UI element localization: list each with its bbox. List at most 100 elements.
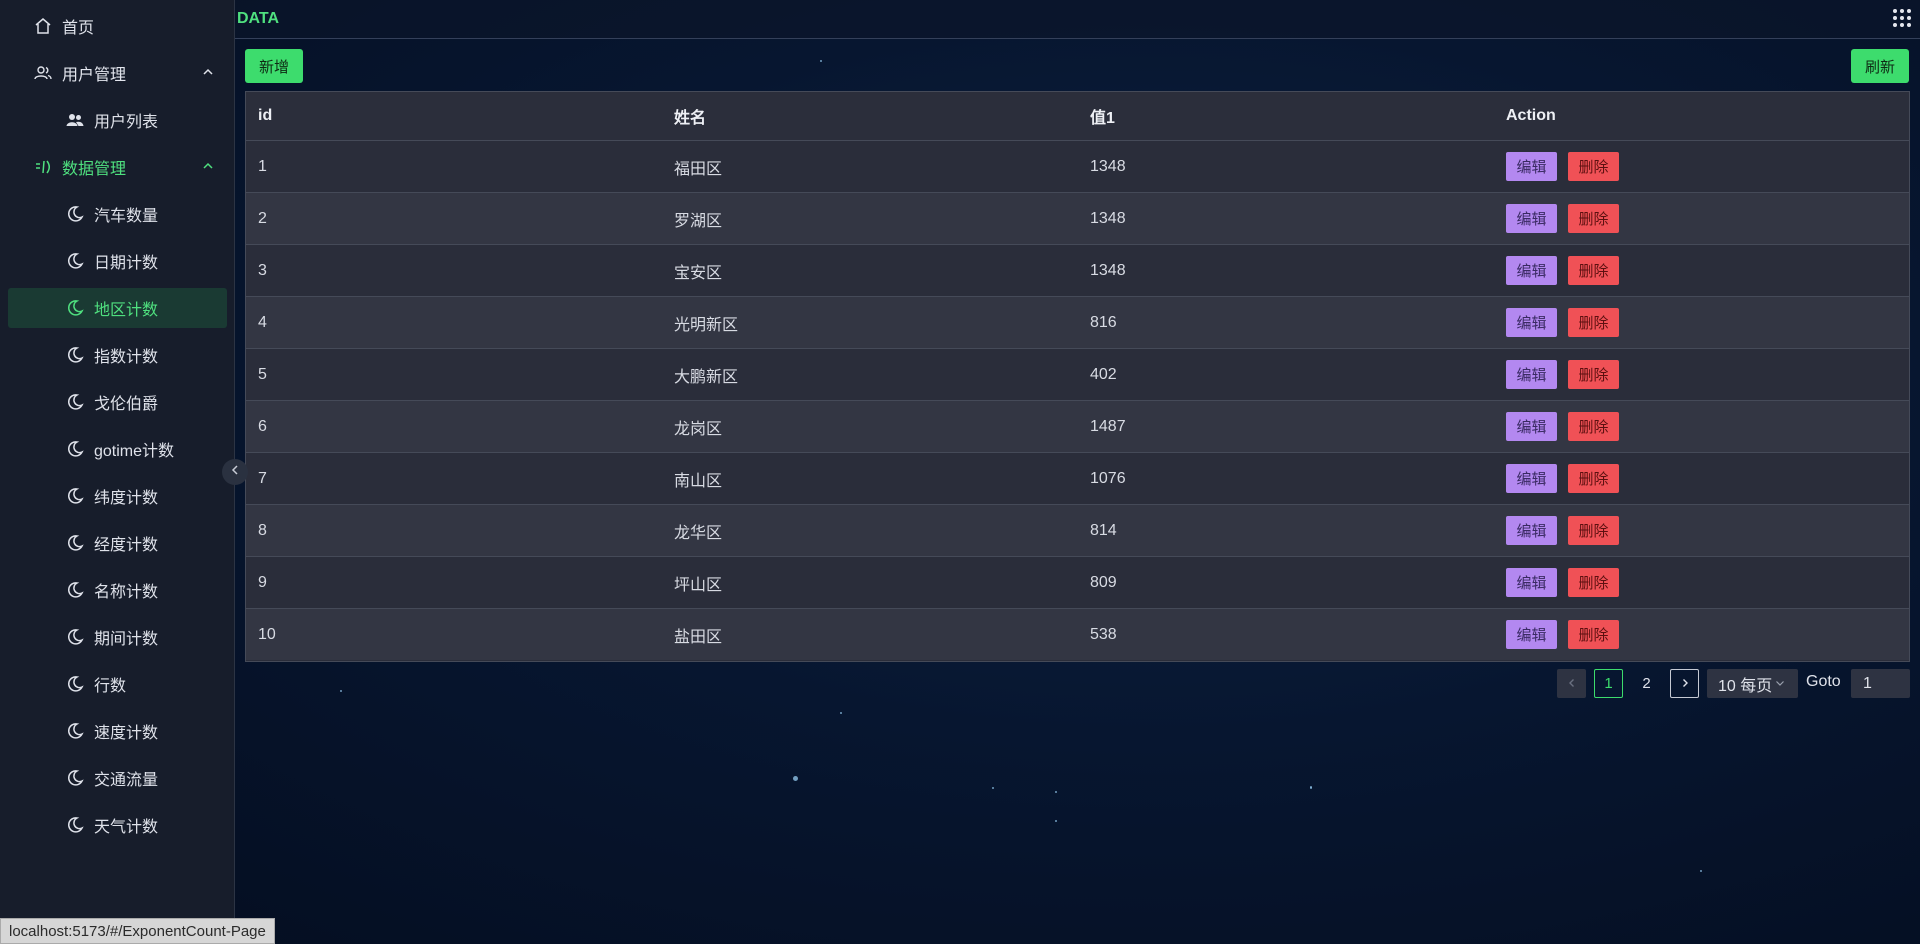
delete-button[interactable]: 删除 [1568, 360, 1619, 389]
table-row: 6 龙岗区 1487 编辑 删除 [246, 400, 1909, 452]
next-page-button[interactable] [1670, 669, 1699, 698]
delete-button[interactable]: 删除 [1568, 152, 1619, 181]
page-button-2[interactable]: 2 [1632, 669, 1661, 698]
sidebar: 首页 用户管理 用户列表 数据管理 汽车数量日期计数地区计数指数计数戈伦伯爵 go… [0, 0, 235, 944]
page-button-1[interactable]: 1 [1594, 669, 1623, 698]
cell-id: 5 [258, 365, 267, 383]
cell-id: 1 [258, 157, 267, 175]
cell-value: 1348 [1090, 261, 1126, 279]
column-header-name: 姓名 [674, 110, 707, 127]
sidebar-item-data-3[interactable]: 指数计数 [8, 335, 227, 375]
chevron-up-icon [201, 65, 215, 84]
prev-page-button[interactable] [1557, 669, 1586, 698]
data-icon [32, 156, 54, 178]
sidebar-item-data-13[interactable]: 天气计数 [8, 805, 227, 845]
sidebar-item-data-11[interactable]: 速度计数 [8, 711, 227, 751]
moon-icon [64, 438, 86, 460]
delete-button[interactable]: 删除 [1568, 204, 1619, 233]
refresh-button[interactable]: 刷新 [1851, 49, 1910, 83]
sidebar-item-data-0[interactable]: 汽车数量 [8, 194, 227, 234]
column-header-id: id [258, 107, 273, 124]
sidebar-item-label: 用户管理 [62, 67, 127, 84]
cell-name: 大鹏新区 [674, 368, 739, 386]
sidebar-item-user-list[interactable]: 用户列表 [8, 100, 227, 140]
moon-icon [64, 767, 86, 789]
moon-icon [64, 532, 86, 554]
cell-name: 宝安区 [674, 264, 723, 282]
sidebar-item-home[interactable]: 首页 [8, 6, 227, 46]
cell-id: 8 [258, 521, 267, 539]
sidebar-item-label: 天气计数 [94, 819, 159, 836]
app-title: DATA [237, 10, 280, 27]
cell-name: 盐田区 [674, 628, 723, 646]
edit-button[interactable]: 编辑 [1506, 308, 1557, 337]
sidebar-collapse-button[interactable] [222, 459, 248, 485]
moon-icon [64, 391, 86, 413]
page-size-select[interactable]: 10 每页 [1707, 669, 1798, 698]
chevron-left-icon [1567, 675, 1577, 692]
sidebar-item-data-4[interactable]: 戈伦伯爵 [8, 382, 227, 422]
page-size-label: 10 每页 [1718, 677, 1773, 695]
cell-value: 1348 [1090, 209, 1126, 227]
sidebar-item-label: 用户列表 [94, 114, 159, 131]
sidebar-item-data-2[interactable]: 地区计数 [8, 288, 227, 328]
cell-name: 龙华区 [674, 524, 723, 542]
sidebar-item-data-6[interactable]: 纬度计数 [8, 476, 227, 516]
chevron-left-icon [229, 463, 241, 481]
delete-button[interactable]: 删除 [1568, 256, 1619, 285]
edit-button[interactable]: 编辑 [1506, 620, 1557, 649]
sidebar-item-label: 地区计数 [94, 302, 159, 319]
cell-name: 罗湖区 [674, 212, 723, 230]
table-row: 4 光明新区 816 编辑 删除 [246, 296, 1909, 348]
delete-button[interactable]: 删除 [1568, 568, 1619, 597]
sidebar-item-data-10[interactable]: 行数 [8, 664, 227, 704]
cell-id: 7 [258, 469, 267, 487]
sidebar-item-label: 戈伦伯爵 [94, 396, 159, 413]
table-row: 1 福田区 1348 编辑 删除 [246, 140, 1909, 192]
edit-button[interactable]: 编辑 [1506, 360, 1557, 389]
sidebar-item-label: 汽车数量 [94, 208, 159, 225]
table-header-row: id 姓名 值1 Action [246, 92, 1909, 140]
delete-button[interactable]: 删除 [1568, 412, 1619, 441]
apps-grid-icon[interactable] [1892, 8, 1912, 33]
table-row: 3 宝安区 1348 编辑 删除 [246, 244, 1909, 296]
cell-value: 538 [1090, 625, 1117, 643]
delete-button[interactable]: 删除 [1568, 464, 1619, 493]
edit-button[interactable]: 编辑 [1506, 256, 1557, 285]
column-header-action: Action [1506, 107, 1556, 124]
moon-icon [64, 250, 86, 272]
table-row: 10 盐田区 538 编辑 删除 [246, 608, 1909, 660]
edit-button[interactable]: 编辑 [1506, 516, 1557, 545]
sidebar-item-data-7[interactable]: 经度计数 [8, 523, 227, 563]
moon-icon [64, 344, 86, 366]
sidebar-item-label: 首页 [62, 20, 95, 37]
edit-button[interactable]: 编辑 [1506, 152, 1557, 181]
add-button[interactable]: 新增 [245, 49, 304, 83]
delete-button[interactable]: 删除 [1568, 620, 1619, 649]
sidebar-item-data-5[interactable]: gotime计数 [8, 429, 227, 469]
moon-icon [64, 673, 86, 695]
cell-id: 10 [258, 625, 276, 643]
delete-button[interactable]: 删除 [1568, 516, 1619, 545]
sidebar-group-data-management[interactable]: 数据管理 [8, 147, 227, 187]
sidebar-item-data-8[interactable]: 名称计数 [8, 570, 227, 610]
edit-button[interactable]: 编辑 [1506, 568, 1557, 597]
delete-button[interactable]: 删除 [1568, 308, 1619, 337]
sidebar-item-data-9[interactable]: 期间计数 [8, 617, 227, 657]
sidebar-group-user-management[interactable]: 用户管理 [8, 53, 227, 93]
cell-name: 福田区 [674, 160, 723, 178]
home-icon [32, 15, 54, 37]
goto-input[interactable] [1851, 669, 1910, 698]
edit-button[interactable]: 编辑 [1506, 464, 1557, 493]
cell-name: 龙岗区 [674, 420, 723, 438]
cell-value: 816 [1090, 313, 1117, 331]
moon-icon [64, 579, 86, 601]
sidebar-item-data-12[interactable]: 交通流量 [8, 758, 227, 798]
sidebar-item-label: 数据管理 [62, 161, 127, 178]
chevron-up-icon [201, 159, 215, 178]
edit-button[interactable]: 编辑 [1506, 204, 1557, 233]
sidebar-item-label: 期间计数 [94, 631, 159, 648]
sidebar-item-label: 名称计数 [94, 584, 159, 601]
sidebar-item-data-1[interactable]: 日期计数 [8, 241, 227, 281]
edit-button[interactable]: 编辑 [1506, 412, 1557, 441]
